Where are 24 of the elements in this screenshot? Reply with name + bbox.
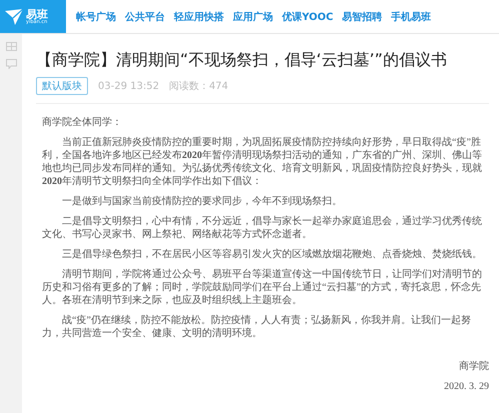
category-tag[interactable]: 默认版块: [36, 77, 88, 95]
nav-link[interactable]: 轻应用快搭: [174, 10, 224, 24]
nav-link[interactable]: 帐号广场: [76, 10, 116, 24]
comment-icon[interactable]: [6, 59, 16, 69]
nav-link[interactable]: 易智招聘: [342, 10, 382, 24]
nav-link[interactable]: 公共平台: [125, 10, 165, 24]
article-title: 【商学院】清明期间“不现场祭扫，倡导‘云扫墓’”的倡议书: [36, 50, 448, 71]
paragraph: 战“疫”仍在继续，防控不能放松。防控疫情，人人有责；弘扬新风，你我并肩。让我们一起努力，共同营造一个安全、健康、文明的清明环境。: [42, 314, 472, 340]
post-time: 03-29 13:52: [98, 80, 160, 92]
logo-name: 易班: [26, 8, 48, 20]
signature-line: 2020. 3. 29: [443, 380, 489, 393]
nav-link[interactable]: 优课YOOC: [282, 10, 334, 24]
paragraph: 一是做到与国家当前疫情防控的要求同步，今年不到现场祭扫。: [61, 195, 343, 208]
grid-icon[interactable]: [6, 42, 16, 51]
nav-link[interactable]: 手机易班: [391, 10, 432, 24]
paragraph: 清明节期间，学院将通过公众号、易班平台等渠道宣传这一中国传统节日，让同学们对清明节的历史和习俗有更多的了解；同时，学院鼓励同学们在平台上通过“云扫墓”的方式，寄托哀思，怀念先人。各班在清明节到来之际，也应及时组织线上主题班会。: [42, 268, 483, 307]
paragraph: 三是倡导绿色祭扫，不在居民小区等容易引发火灾的区域燃放烟花鞭炮、点香烧烛、焚烧纸钱。: [61, 248, 483, 261]
nav-link[interactable]: 应用广场: [233, 10, 273, 24]
paragraph: 当前正值新冠肺炎疫情防控的重要时期，为巩固拓展疫情防控持续向好形势，早日取得战“疫”胜利，全国各地许多地区已经发布2020年暂停清明现场祭扫活动的通知，广东省的广州、深圳、佛山等地也均已同步发布同样的通知。为弘扬优秀传统文化、培育文明新风，巩固疫情防控良好势头，现就2020年清明节文明祭扫向全体同学作出如下倡议：: [42, 136, 483, 188]
salutation: 商学院全体同学：: [42, 116, 123, 129]
read-count: 阅读数：474: [169, 80, 228, 93]
paragraph: 二是倡导文明祭扫，心中有情，不分远近，倡导与家长一起举办家庭追思会，通过学习优秀传统文化、书写心灵家书、网上祭祀、网络献花等方式怀念逝者。: [42, 215, 483, 241]
paper-plane-icon: [5, 8, 23, 24]
signature-line: 商学院: [458, 360, 489, 373]
